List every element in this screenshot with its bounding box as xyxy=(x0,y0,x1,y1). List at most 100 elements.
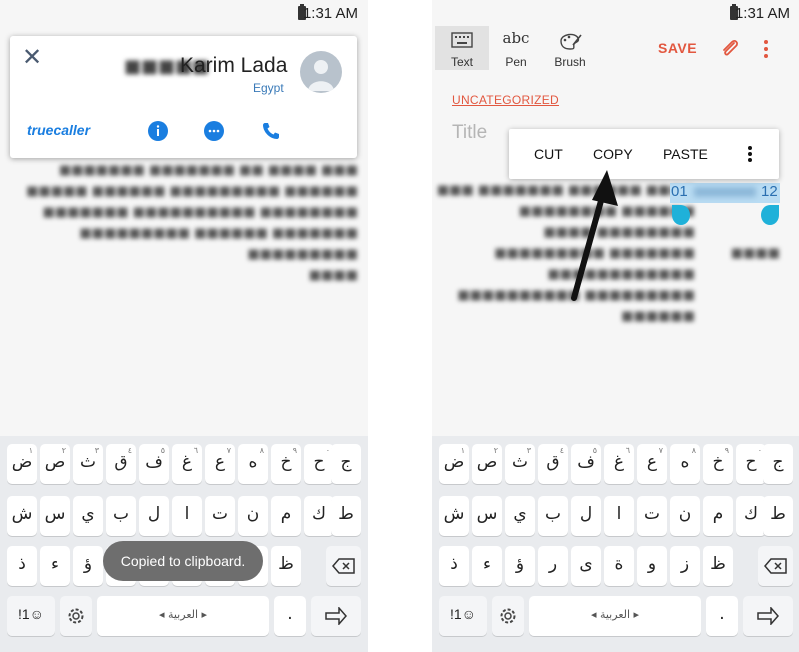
key[interactable]: ٦غ xyxy=(604,444,634,484)
backspace-key[interactable] xyxy=(326,546,361,586)
space-bar[interactable]: ◂ العربية ▸ xyxy=(529,596,701,636)
cut-option[interactable]: CUT xyxy=(534,146,563,162)
key[interactable]: ك xyxy=(304,496,334,536)
more-options-icon[interactable] xyxy=(747,145,753,163)
key[interactable]: ب xyxy=(106,496,136,536)
status-bar: 1:31 AM xyxy=(0,0,368,26)
key[interactable]: ة xyxy=(604,546,634,586)
key[interactable]: ن xyxy=(670,496,700,536)
key[interactable]: ٤ق xyxy=(538,444,568,484)
key[interactable]: ء xyxy=(472,546,502,586)
key[interactable]: م xyxy=(271,496,301,536)
backspace-icon xyxy=(764,558,787,574)
key[interactable]: ؤ xyxy=(73,546,103,586)
key[interactable]: ١ض xyxy=(439,444,469,484)
paste-option[interactable]: PASTE xyxy=(663,146,708,162)
key[interactable]: ٤ق xyxy=(106,444,136,484)
copy-option[interactable]: COPY xyxy=(593,146,633,162)
info-icon[interactable] xyxy=(147,120,169,142)
key[interactable]: ش xyxy=(439,496,469,536)
key[interactable]: ن xyxy=(238,496,268,536)
key[interactable]: ء xyxy=(40,546,70,586)
key[interactable]: ٧ع xyxy=(205,444,235,484)
key[interactable]: ط xyxy=(763,496,793,536)
key[interactable]: ط xyxy=(331,496,361,536)
key[interactable]: ش xyxy=(7,496,37,536)
space-bar[interactable]: ◂ العربية ▸ xyxy=(97,596,269,636)
enter-key[interactable] xyxy=(311,596,361,636)
key[interactable]: ٨ه xyxy=(238,444,268,484)
key[interactable]: ٧ع xyxy=(637,444,667,484)
key[interactable]: ٢ص xyxy=(472,444,502,484)
key[interactable]: ظ xyxy=(703,546,733,586)
selection-handle-end[interactable] xyxy=(761,205,779,225)
key[interactable]: ي xyxy=(505,496,535,536)
key[interactable]: ا xyxy=(604,496,634,536)
key[interactable]: ٩خ xyxy=(703,444,733,484)
keyboard-icon xyxy=(451,32,473,48)
key[interactable]: ٢ص xyxy=(40,444,70,484)
more-options-icon[interactable] xyxy=(763,39,769,59)
key[interactable]: ت xyxy=(205,496,235,536)
period-key[interactable]: . xyxy=(274,596,306,636)
key[interactable]: ت xyxy=(637,496,667,536)
key[interactable]: ر xyxy=(538,546,568,586)
key[interactable]: ٥ف xyxy=(139,444,169,484)
key[interactable]: ذ xyxy=(7,546,37,586)
key[interactable]: ٨ه xyxy=(670,444,700,484)
settings-key[interactable] xyxy=(492,596,524,636)
key[interactable]: ٦غ xyxy=(172,444,202,484)
key[interactable]: ٠ح xyxy=(304,444,334,484)
key[interactable]: ي xyxy=(73,496,103,536)
key[interactable]: ٠ح xyxy=(736,444,766,484)
key[interactable]: ب xyxy=(538,496,568,536)
clipboard-toast: Copied to clipboard. xyxy=(103,541,263,581)
key[interactable]: ك xyxy=(736,496,766,536)
tool-brush[interactable]: Brush xyxy=(543,26,597,70)
close-icon[interactable]: ✕ xyxy=(20,45,44,70)
paperclip-icon[interactable] xyxy=(720,37,740,59)
symbols-key[interactable]: !1☺ xyxy=(439,596,487,636)
selection-start-text: 01 xyxy=(671,183,688,200)
enter-arrow-icon xyxy=(757,607,779,625)
message-icon[interactable] xyxy=(203,120,225,142)
key[interactable]: ١ض xyxy=(7,444,37,484)
avatar xyxy=(300,51,342,93)
key[interactable]: ؤ xyxy=(505,546,535,586)
tool-text[interactable]: Text xyxy=(435,26,489,70)
arabic-keyboard: ١ض ٢ص ٣ث ٤ق ٥ف ٦غ ٧ع ٨ه ٩خ ٠ح ج ش س ي ب … xyxy=(432,436,799,652)
category-label[interactable]: UNCATEGORIZED xyxy=(452,93,559,107)
key[interactable]: ج xyxy=(763,444,793,484)
key[interactable]: ل xyxy=(139,496,169,536)
key[interactable]: ٩خ xyxy=(271,444,301,484)
gear-icon xyxy=(500,608,516,624)
notes-toolbar: Text abc Pen Brush SAVE xyxy=(432,26,799,72)
selection-handle-start[interactable] xyxy=(672,205,690,225)
key[interactable]: ز xyxy=(670,546,700,586)
key[interactable]: ج xyxy=(331,444,361,484)
backspace-icon xyxy=(332,558,355,574)
enter-key[interactable] xyxy=(743,596,793,636)
symbols-key[interactable]: !1☺ xyxy=(7,596,55,636)
key[interactable]: س xyxy=(40,496,70,536)
right-phone-screen: 1:31 AM Text abc Pen Brush SAVE UNCATEGO… xyxy=(432,0,799,652)
key[interactable]: ٣ث xyxy=(73,444,103,484)
key[interactable]: ظ xyxy=(271,546,301,586)
phone-icon[interactable] xyxy=(260,120,282,142)
key[interactable]: ا xyxy=(172,496,202,536)
key[interactable]: س xyxy=(472,496,502,536)
key[interactable]: ى xyxy=(571,546,601,586)
truecaller-caller-card[interactable]: ✕ ■■■■■ Karim Lada Egypt truecaller xyxy=(10,36,357,158)
key[interactable]: ذ xyxy=(439,546,469,586)
key[interactable]: م xyxy=(703,496,733,536)
tool-pen[interactable]: abc Pen xyxy=(489,26,543,70)
key[interactable]: ٥ف xyxy=(571,444,601,484)
key[interactable]: ٣ث xyxy=(505,444,535,484)
save-button[interactable]: SAVE xyxy=(658,40,697,56)
period-key[interactable]: . xyxy=(706,596,738,636)
settings-key[interactable] xyxy=(60,596,92,636)
backspace-key[interactable] xyxy=(758,546,793,586)
title-placeholder[interactable]: Title xyxy=(452,122,487,144)
key[interactable]: ل xyxy=(571,496,601,536)
key[interactable]: و xyxy=(637,546,667,586)
